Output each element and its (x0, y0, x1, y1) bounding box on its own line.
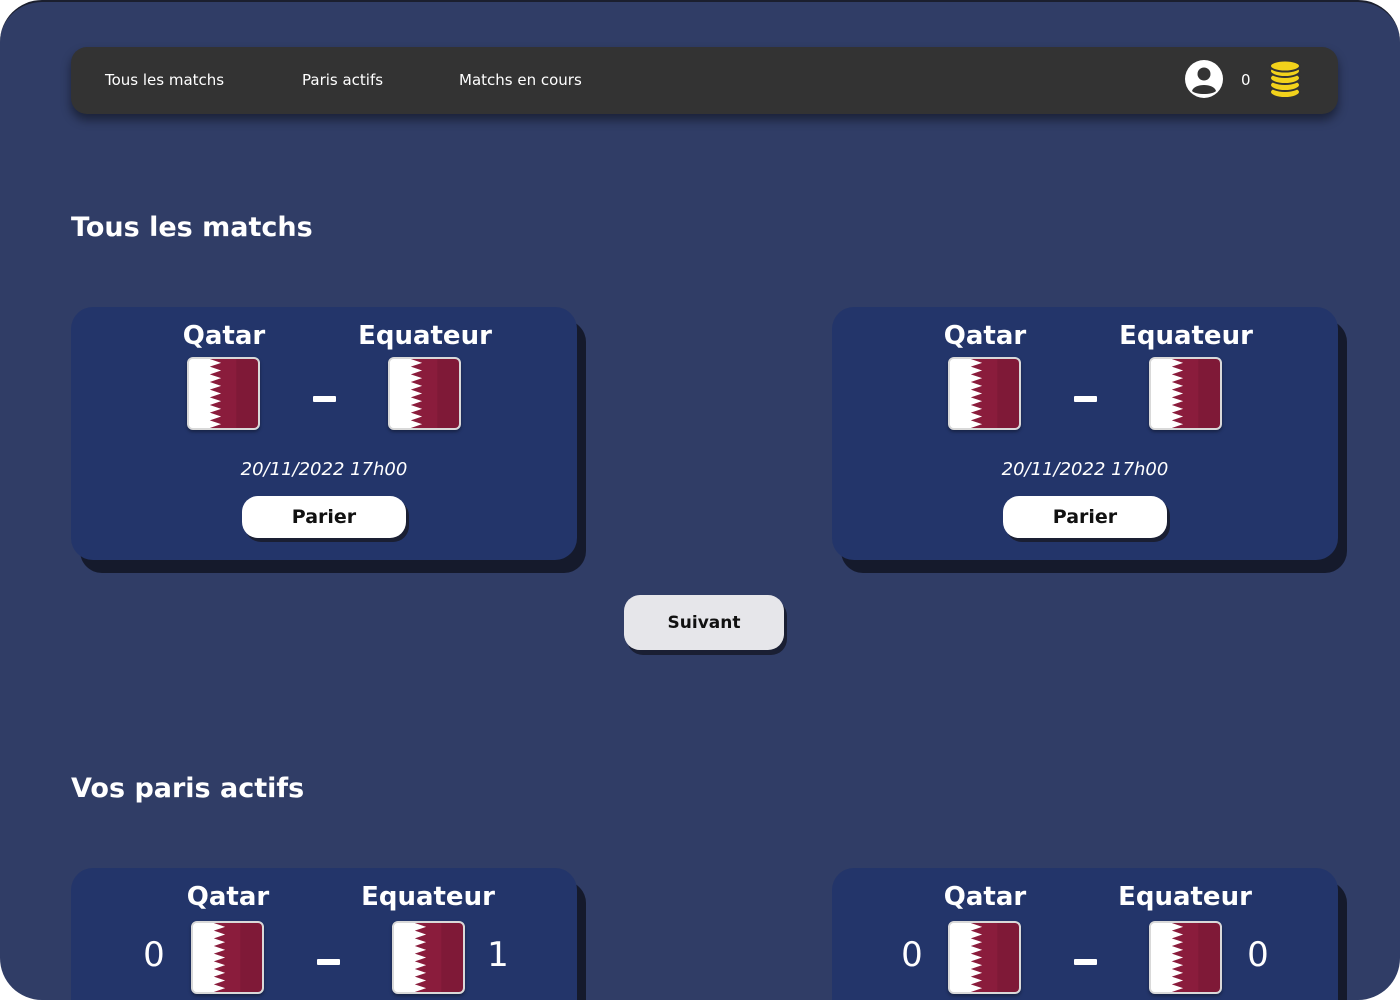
away-team-name: Equateur (1118, 882, 1252, 912)
home-score: 0 (143, 935, 165, 975)
home-team-name: Qatar (182, 321, 266, 351)
versus-dash (313, 396, 336, 402)
away-flag-icon (1149, 357, 1222, 430)
home-team-name: Qatar (186, 882, 270, 912)
versus-dash (1074, 959, 1097, 965)
versus-dash (1074, 396, 1097, 402)
match-date: 20/11/2022 17h00 (240, 459, 408, 480)
home-flag-icon (948, 921, 1021, 994)
nav-link-live-matches[interactable]: Matchs en cours (459, 47, 582, 114)
bet-button[interactable]: Parier (242, 496, 406, 538)
away-score: 0 (1247, 935, 1269, 975)
match-card: Qatar Equateur 20/11/2022 17h00 Parier (71, 307, 577, 560)
app-frame: Tous les matchs Paris actifs Matchs en c… (0, 0, 1400, 1000)
top-navbar: Tous les matchs Paris actifs Matchs en c… (71, 47, 1338, 114)
all-matches-title: Tous les matchs (71, 212, 313, 243)
away-flag-icon (1149, 921, 1222, 994)
home-flag-icon (191, 921, 264, 994)
away-team-name: Equateur (1119, 321, 1253, 351)
active-bet-card: Qatar Equateur 0 1 (71, 868, 577, 1000)
nav-link-active-bets[interactable]: Paris actifs (302, 47, 383, 114)
home-team-name: Qatar (943, 882, 1027, 912)
active-bets-title: Vos paris actifs (71, 773, 305, 804)
user-circle-icon[interactable] (1184, 59, 1224, 99)
away-flag-icon (392, 921, 465, 994)
next-page-button[interactable]: Suivant (624, 595, 784, 650)
away-team-name: Equateur (358, 321, 492, 351)
bet-button[interactable]: Parier (1003, 496, 1167, 538)
nav-link-all-matches[interactable]: Tous les matchs (105, 47, 224, 114)
home-score: 0 (901, 935, 923, 975)
home-flag-icon (948, 357, 1021, 430)
coins-stack-icon (1268, 59, 1302, 101)
away-flag-icon (388, 357, 461, 430)
match-date: 20/11/2022 17h00 (1001, 459, 1169, 480)
coin-balance: 0 (1241, 71, 1251, 89)
away-team-name: Equateur (361, 882, 495, 912)
match-card: Qatar Equateur 20/11/2022 17h00 Parier (832, 307, 1338, 560)
active-bet-card: Qatar Equateur 0 0 (832, 868, 1338, 1000)
away-score: 1 (487, 935, 509, 975)
home-flag-icon (187, 357, 260, 430)
home-team-name: Qatar (943, 321, 1027, 351)
versus-dash (317, 959, 340, 965)
